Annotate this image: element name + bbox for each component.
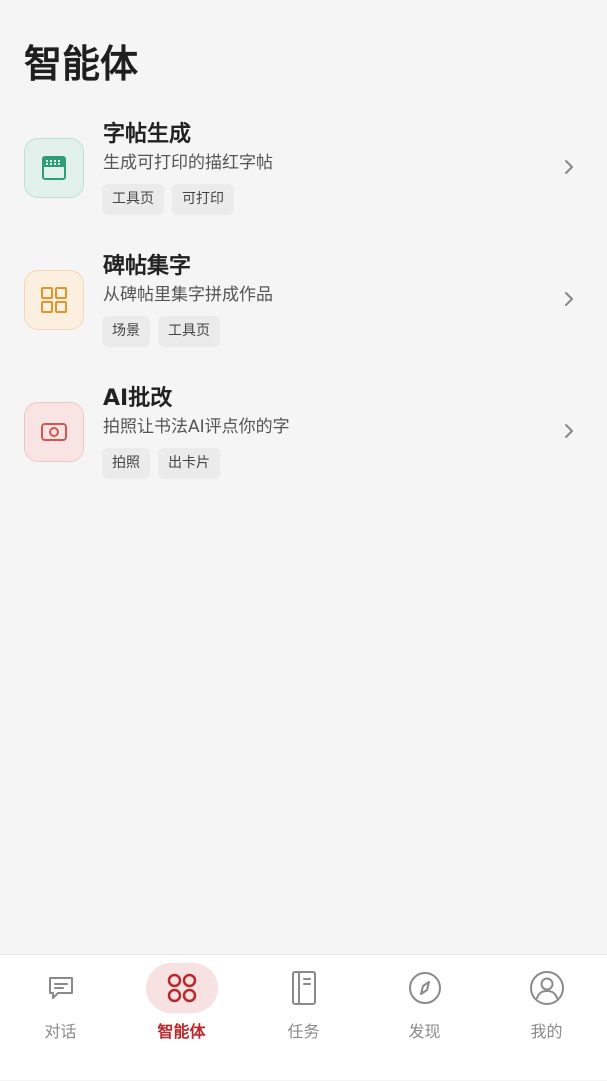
compass-icon <box>408 972 441 1004</box>
agents-icon <box>167 973 196 1003</box>
agent-list: 字帖生成 生成可打印的描红字帖 工具页 可打印 碑帖集字 从碑帖里集字拼成作品 … <box>0 110 607 506</box>
tag: 拍照 <box>102 448 150 479</box>
agent-tags: 场景 工具页 <box>102 316 220 347</box>
chevron-right-icon <box>565 160 573 174</box>
agent-tags: 拍照 出卡片 <box>102 448 220 479</box>
tab-discover[interactable]: 发现 <box>364 955 485 1081</box>
tab-label: 智能体 <box>157 1022 206 1041</box>
tab-label: 发现 <box>408 1022 441 1041</box>
tab-chat[interactable]: 对话 <box>0 955 121 1081</box>
agent-tags: 工具页 可打印 <box>102 184 234 215</box>
bottom-tab-bar: 对话 智能体 任务 发现 我的 <box>0 954 607 1080</box>
agent-description: 拍照让书法AI评点你的字 <box>103 417 290 437</box>
page-title: 智能体 <box>24 42 139 86</box>
task-book-icon <box>291 971 316 1005</box>
tab-label: 对话 <box>44 1022 77 1041</box>
chevron-right-icon <box>565 424 573 438</box>
agent-description: 从碑帖里集字拼成作品 <box>103 285 273 305</box>
tag: 场景 <box>102 316 150 347</box>
tag: 可打印 <box>172 184 234 215</box>
agent-item-inscription-collect[interactable]: 碑帖集字 从碑帖里集字拼成作品 场景 工具页 <box>0 242 607 374</box>
tab-label: 任务 <box>287 1022 320 1041</box>
agent-description: 生成可打印的描红字帖 <box>103 153 273 173</box>
grid-icon <box>24 270 84 330</box>
agent-item-copybook[interactable]: 字帖生成 生成可打印的描红字帖 工具页 可打印 <box>0 110 607 242</box>
chevron-right-icon <box>565 292 573 306</box>
tab-label: 我的 <box>530 1022 563 1041</box>
profile-icon <box>529 971 564 1005</box>
camera-icon <box>24 402 84 462</box>
tab-profile[interactable]: 我的 <box>486 955 607 1081</box>
agent-item-ai-review[interactable]: AI批改 拍照让书法AI评点你的字 拍照 出卡片 <box>0 374 607 506</box>
copybook-icon <box>24 138 84 198</box>
tab-tasks[interactable]: 任务 <box>243 955 364 1081</box>
tag: 工具页 <box>158 316 220 347</box>
tag: 出卡片 <box>158 448 220 479</box>
agent-name: AI批改 <box>103 386 173 411</box>
agent-name: 碑帖集字 <box>103 254 192 279</box>
agent-name: 字帖生成 <box>103 122 192 147</box>
tab-agents[interactable]: 智能体 <box>121 955 242 1081</box>
chat-icon <box>48 977 73 999</box>
tag: 工具页 <box>102 184 164 215</box>
